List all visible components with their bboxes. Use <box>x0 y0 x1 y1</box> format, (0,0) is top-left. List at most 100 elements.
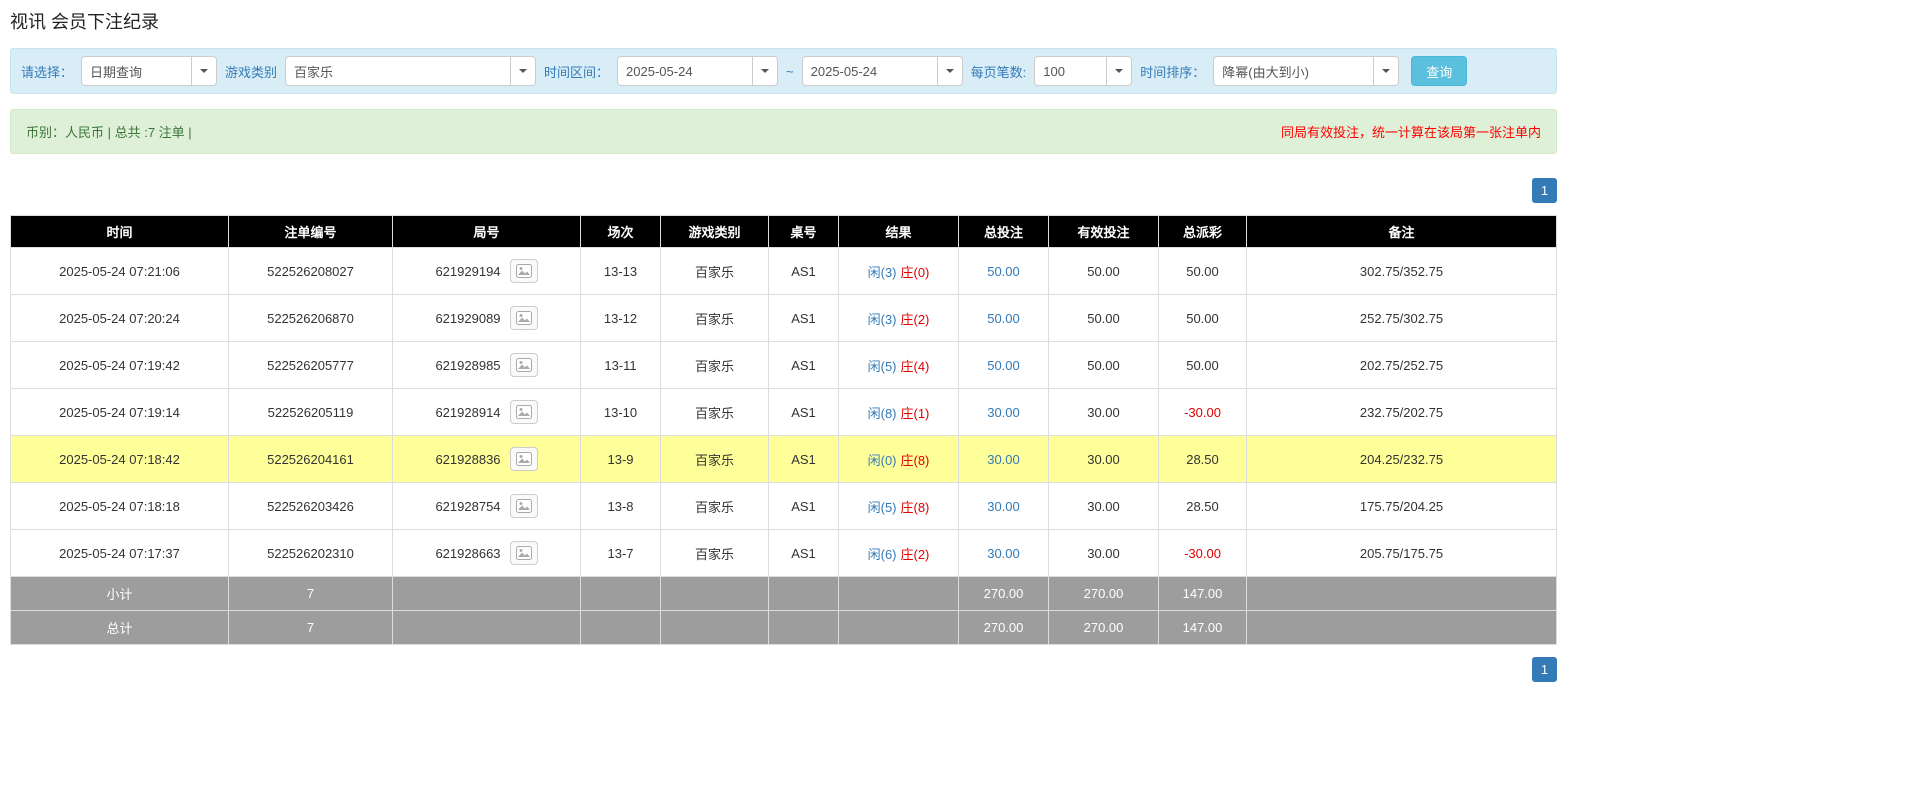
sort-input[interactable] <box>1213 56 1374 86</box>
round-id-value: 621928754 <box>435 498 501 514</box>
date-from-picker[interactable] <box>617 56 779 86</box>
subtotal-payout: 147.00 <box>1158 576 1247 611</box>
payout-cell: -30.00 <box>1158 388 1247 436</box>
game-type-caret-button[interactable] <box>510 56 537 86</box>
result-cell: 闲(5) 庄(8) <box>838 482 959 530</box>
date-to-picker[interactable] <box>801 56 963 86</box>
pagination-bottom: 1 <box>10 657 1557 682</box>
result-player: 闲(8) <box>867 405 897 421</box>
bet-id-cell: 522526205119 <box>228 388 393 436</box>
round-id-cell: 621928663 <box>392 529 581 577</box>
payout-cell: 28.50 <box>1158 435 1247 483</box>
note-cell: 252.75/302.75 <box>1246 294 1557 342</box>
game-type-input[interactable] <box>285 56 511 86</box>
subtotal-row: 小计 7 270.00 270.00 147.00 <box>10 576 1557 611</box>
page-size-input[interactable] <box>1034 56 1107 86</box>
total-count: 7 <box>228 610 393 645</box>
page-1-button[interactable]: 1 <box>1532 178 1557 203</box>
total-bet-link[interactable]: 50.00 <box>987 311 1020 326</box>
video-replay-button[interactable] <box>509 541 538 565</box>
table-no-cell: AS1 <box>768 529 839 577</box>
subtotal-total-bet: 270.00 <box>958 576 1049 611</box>
table-header-row: 时间 注单编号 局号 场次 游戏类别 桌号 结果 总投注 有效投注 总派彩 备注 <box>10 215 1557 248</box>
betting-records-table: 时间 注单编号 局号 场次 游戏类别 桌号 结果 总投注 有效投注 总派彩 备注… <box>10 215 1557 645</box>
search-button[interactable]: 查询 <box>1411 56 1468 86</box>
header-note: 备注 <box>1246 215 1557 248</box>
currency-summary-text: 币别：人民币 | 总共 :7 注单 | <box>26 125 192 140</box>
total-bet-link[interactable]: 30.00 <box>987 499 1020 514</box>
result-banker: 庄(0) <box>900 264 930 280</box>
query-type-label: 请选择： <box>21 64 74 80</box>
time-range-label: 时间区间： <box>544 64 610 80</box>
round-id-value: 621929194 <box>435 263 501 279</box>
page-1-button[interactable]: 1 <box>1532 657 1557 682</box>
result-banker: 庄(4) <box>900 358 930 374</box>
round-id-value: 621928836 <box>435 451 501 467</box>
header-valid-bet: 有效投注 <box>1048 215 1159 248</box>
query-type-dropdown[interactable] <box>81 56 218 86</box>
page-size-dropdown[interactable] <box>1034 56 1133 86</box>
page-container: 视讯 会员下注纪录 请选择： 游戏类别 时间区间： ~ 每页笔数: 时间排序： <box>10 8 1557 682</box>
video-replay-button[interactable] <box>509 353 538 377</box>
page-size-caret-button[interactable] <box>1106 56 1133 86</box>
header-round-id: 局号 <box>392 215 581 248</box>
query-type-caret-button[interactable] <box>191 56 218 86</box>
sort-caret-button[interactable] <box>1373 56 1400 86</box>
total-bet-link[interactable]: 30.00 <box>987 452 1020 467</box>
round-id-value: 621928663 <box>435 545 501 561</box>
total-bet-link[interactable]: 50.00 <box>987 264 1020 279</box>
game-type-dropdown[interactable] <box>285 56 537 86</box>
table-no-cell: AS1 <box>768 294 839 342</box>
total-bet-link[interactable]: 30.00 <box>987 405 1020 420</box>
video-icon <box>515 264 532 278</box>
round-id-cell: 621928914 <box>392 388 581 436</box>
header-table-no: 桌号 <box>768 215 839 248</box>
total-bet-cell: 50.00 <box>958 294 1049 342</box>
total-bet-link[interactable]: 30.00 <box>987 546 1020 561</box>
sort-dropdown[interactable] <box>1213 56 1400 86</box>
date-from-caret-button[interactable] <box>752 56 779 86</box>
chevron-down-icon <box>519 69 528 73</box>
page-title: 视讯 会员下注纪录 <box>10 12 160 32</box>
round-id-value: 621928914 <box>435 404 501 420</box>
valid-bet-cell: 30.00 <box>1048 388 1159 436</box>
game-type-cell: 百家乐 <box>660 482 769 530</box>
payout-cell: -30.00 <box>1158 529 1247 577</box>
bet-id-cell: 522526202310 <box>228 529 393 577</box>
table-no-cell: AS1 <box>768 247 839 295</box>
total-valid-bet: 270.00 <box>1048 610 1159 645</box>
table-no-cell: AS1 <box>768 388 839 436</box>
video-replay-button[interactable] <box>509 259 538 283</box>
result-cell: 闲(6) 庄(2) <box>838 529 959 577</box>
total-bet-link[interactable]: 50.00 <box>987 358 1020 373</box>
video-replay-button[interactable] <box>509 447 538 471</box>
result-player: 闲(5) <box>867 358 897 374</box>
video-icon <box>515 452 532 466</box>
query-type-input[interactable] <box>81 56 192 86</box>
video-replay-button[interactable] <box>509 400 538 424</box>
total-bet-cell: 30.00 <box>958 529 1049 577</box>
pagination-top: 1 <box>10 178 1557 203</box>
date-from-input[interactable] <box>617 56 753 86</box>
sort-label: 时间排序： <box>1140 64 1206 80</box>
summary-bar: 币别：人民币 | 总共 :7 注单 | 同局有效投注，统一计算在该局第一张注单内 <box>10 109 1557 154</box>
session-cell: 13-7 <box>580 529 661 577</box>
valid-bet-cell: 50.00 <box>1048 294 1159 342</box>
game-type-label: 游戏类别 <box>225 64 278 80</box>
payout-cell: 50.00 <box>1158 294 1247 342</box>
result-cell: 闲(3) 庄(0) <box>838 247 959 295</box>
total-bet-cell: 50.00 <box>958 341 1049 389</box>
bet-id-cell: 522526206870 <box>228 294 393 342</box>
result-banker: 庄(2) <box>900 311 930 327</box>
video-replay-button[interactable] <box>509 494 538 518</box>
date-to-caret-button[interactable] <box>936 56 963 86</box>
note-cell: 204.25/232.75 <box>1246 435 1557 483</box>
session-cell: 13-9 <box>580 435 661 483</box>
payout-cell: 28.50 <box>1158 482 1247 530</box>
game-type-cell: 百家乐 <box>660 247 769 295</box>
table-row: 2025-05-24 07:19:14 522526205119 6219289… <box>10 388 1557 436</box>
date-to-input[interactable] <box>801 56 937 86</box>
bet-id-cell: 522526208027 <box>228 247 393 295</box>
note-cell: 232.75/202.75 <box>1246 388 1557 436</box>
video-replay-button[interactable] <box>509 306 538 330</box>
